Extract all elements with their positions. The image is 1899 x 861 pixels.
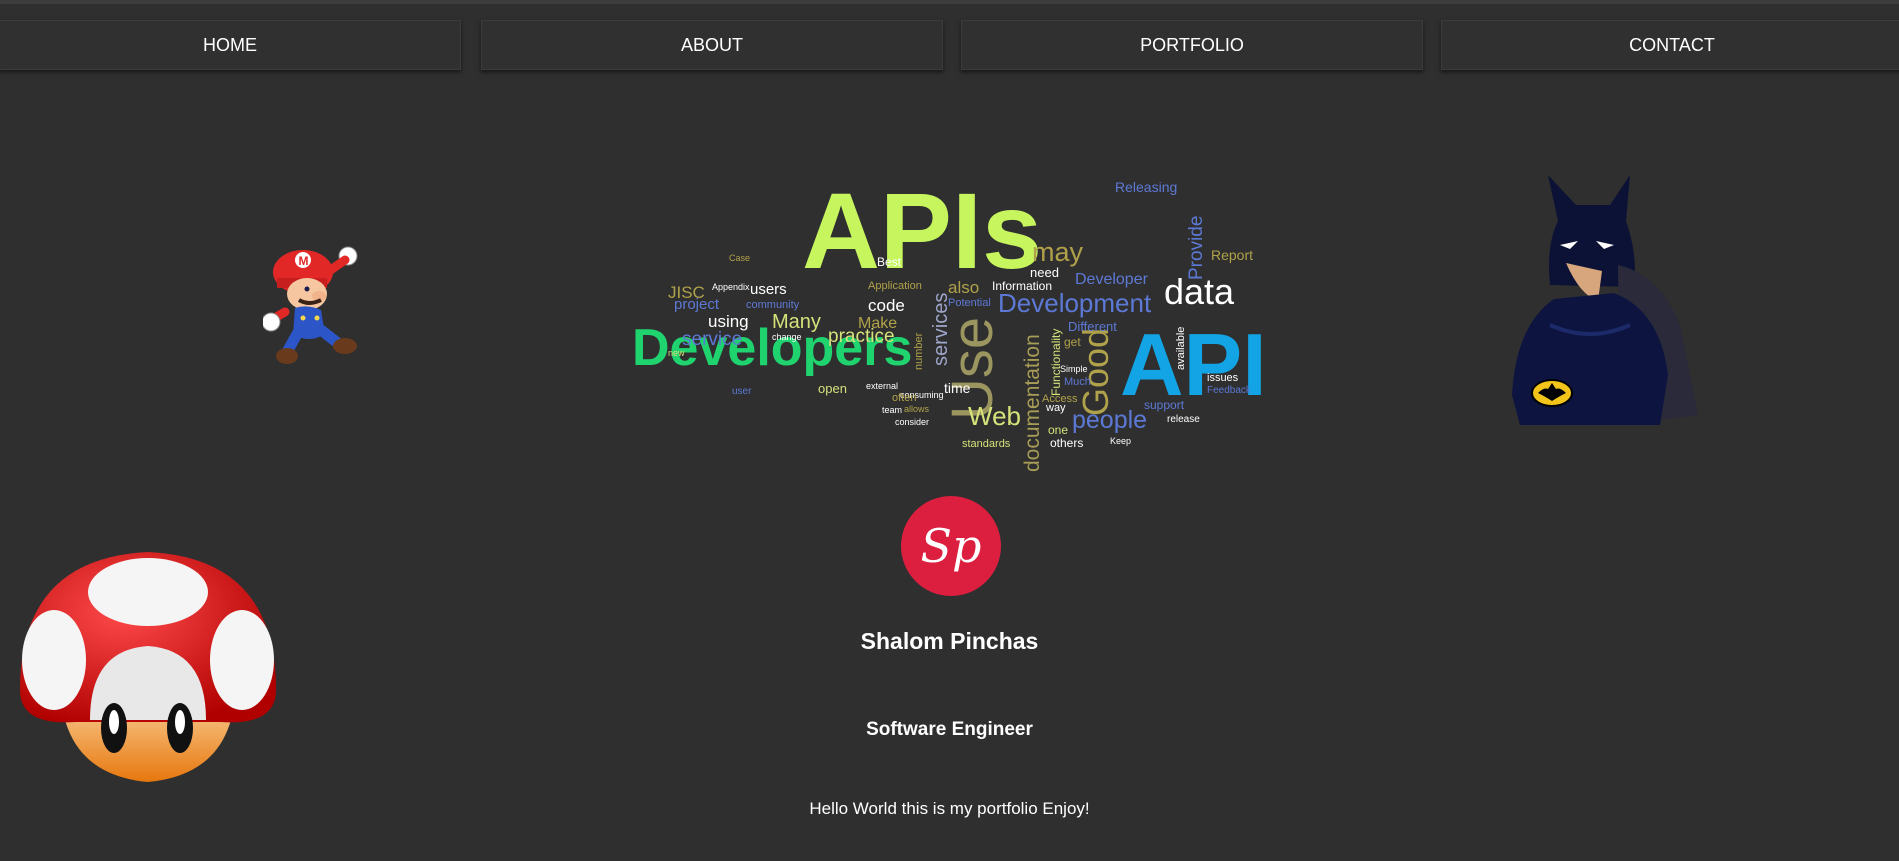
svg-text:number: number: [913, 332, 925, 370]
svg-text:Make: Make: [858, 315, 897, 332]
svg-text:Best: Best: [877, 255, 902, 269]
svg-text:Information: Information: [992, 279, 1052, 293]
main-nav: HOME ABOUT PORTFOLIO CONTACT: [0, 20, 1899, 72]
svg-text:consider: consider: [895, 417, 929, 427]
mushroom-icon: [20, 552, 276, 782]
svg-text:need: need: [1030, 265, 1059, 280]
svg-text:Simple: Simple: [1060, 364, 1088, 374]
nav-portfolio[interactable]: PORTFOLIO: [961, 20, 1423, 70]
svg-text:support: support: [1144, 398, 1185, 412]
word-api: API: [1120, 315, 1267, 414]
word-web: Web: [968, 401, 1021, 431]
svg-text:allows: allows: [904, 404, 930, 414]
svg-text:Keep: Keep: [1110, 436, 1131, 446]
svg-text:Potential: Potential: [948, 297, 991, 309]
profile-role: Software Engineer: [866, 719, 1033, 740]
svg-text:Much: Much: [1064, 376, 1091, 388]
word-may: may: [1032, 237, 1084, 267]
svg-text:Different: Different: [1068, 319, 1117, 334]
svg-text:others: others: [1050, 436, 1083, 450]
svg-text:way: way: [1045, 402, 1066, 414]
svg-text:community: community: [746, 299, 800, 311]
mario-icon: M: [263, 246, 358, 364]
nav-contact[interactable]: CONTACT: [1441, 20, 1899, 70]
word-people: people: [1072, 406, 1147, 434]
svg-text:Many: Many: [772, 311, 821, 333]
svg-text:new: new: [668, 348, 685, 358]
svg-text:user: user: [732, 386, 752, 397]
svg-text:M: M: [299, 254, 309, 268]
nav-home[interactable]: HOME: [0, 20, 461, 70]
api-word-cloud: APIs Developers API Use Development data…: [632, 170, 1267, 472]
svg-text:JISC: JISC: [668, 283, 705, 302]
word-documentation: documentation: [1021, 334, 1044, 472]
svg-text:time: time: [944, 380, 971, 396]
svg-text:team: team: [882, 405, 902, 415]
profile-name: Shalom Pinchas: [860, 628, 1039, 654]
svg-text:change: change: [772, 332, 802, 342]
svg-text:standards: standards: [962, 438, 1011, 450]
svg-text:external: external: [866, 381, 898, 391]
svg-text:Feedback: Feedback: [1207, 385, 1252, 396]
svg-text:issues: issues: [1207, 372, 1239, 384]
svg-text:open: open: [818, 381, 847, 396]
profile-greeting: Hello World this is my portfolio Enjoy!: [809, 799, 1090, 818]
batman-icon: [1512, 175, 1698, 425]
svg-text:often: often: [892, 392, 916, 404]
svg-text:Report: Report: [1211, 247, 1253, 263]
svg-text:Case: Case: [729, 253, 750, 263]
top-border: [0, 0, 1899, 4]
svg-text:users: users: [750, 281, 787, 298]
svg-text:Application: Application: [868, 280, 922, 292]
svg-text:using: using: [708, 312, 749, 331]
svg-text:service: service: [682, 329, 742, 350]
svg-text:Appendix: Appendix: [712, 282, 750, 292]
svg-text:available: available: [1175, 327, 1187, 370]
logo-text: Sp: [920, 519, 982, 573]
svg-text:one: one: [1048, 423, 1068, 437]
nav-about[interactable]: ABOUT: [481, 20, 943, 70]
svg-text:Releasing: Releasing: [1115, 179, 1177, 195]
svg-text:also: also: [948, 278, 979, 297]
svg-text:Developer: Developer: [1075, 271, 1149, 288]
word-apis: APIs: [802, 170, 1042, 291]
svg-text:Provide: Provide: [1186, 216, 1207, 280]
svg-text:code: code: [868, 296, 905, 315]
logo-badge: Sp: [901, 496, 1001, 596]
svg-text:Functionality: Functionality: [1049, 329, 1063, 396]
svg-text:release: release: [1167, 414, 1200, 425]
svg-text:get: get: [1064, 335, 1081, 349]
